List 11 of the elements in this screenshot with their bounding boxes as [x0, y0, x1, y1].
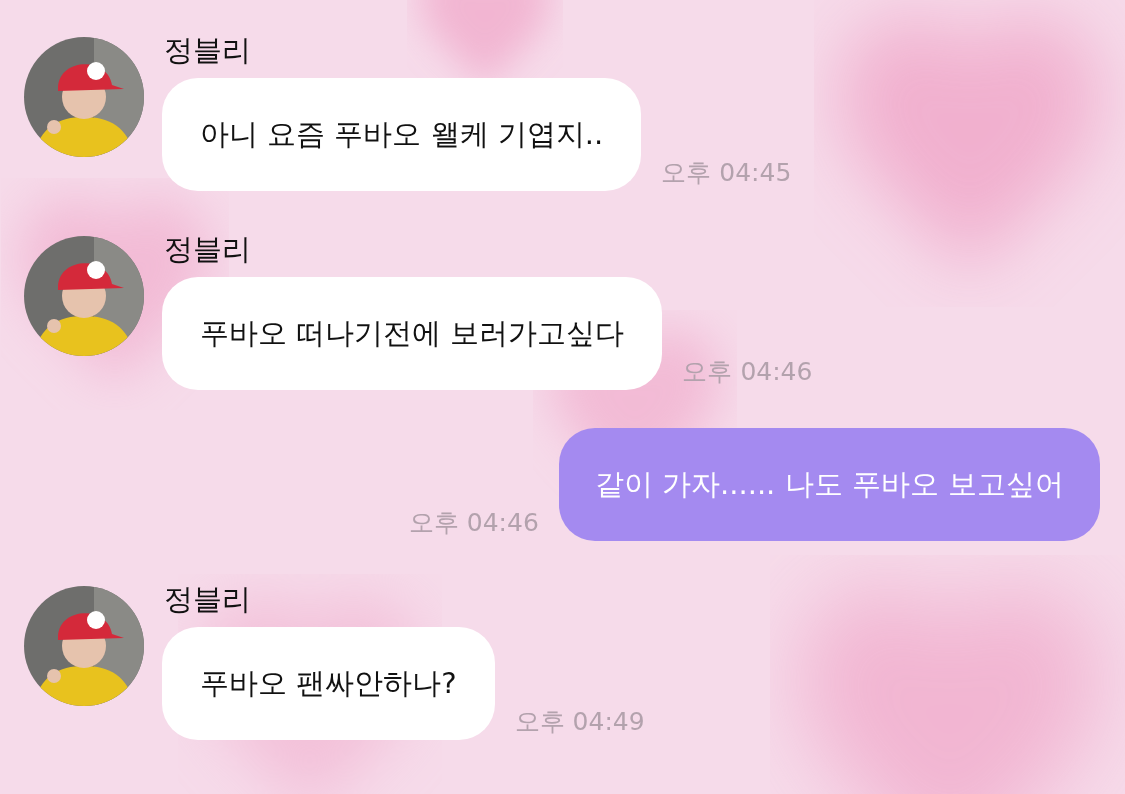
sender-name: 정블리 — [163, 32, 252, 69]
sender-name: 정블리 — [163, 231, 252, 268]
message-bubble: 푸바오 팬싸안하나? — [162, 627, 495, 740]
message-time: 오후 04:46 — [682, 355, 813, 388]
message-time: 오후 04:49 — [514, 705, 645, 738]
message-bubble: 아니 요즘 푸바오 왤케 기엽지.. — [162, 78, 642, 191]
sender-name: 정블리 — [163, 581, 252, 618]
message-bubble: 푸바오 떠나기전에 보러가고싶다 — [162, 277, 663, 390]
message-bubble: 같이 가자...... 나도 푸바오 보고싶어 — [558, 428, 1100, 541]
message-time: 오후 04:46 — [408, 506, 539, 539]
message-time: 오후 04:45 — [661, 156, 792, 189]
